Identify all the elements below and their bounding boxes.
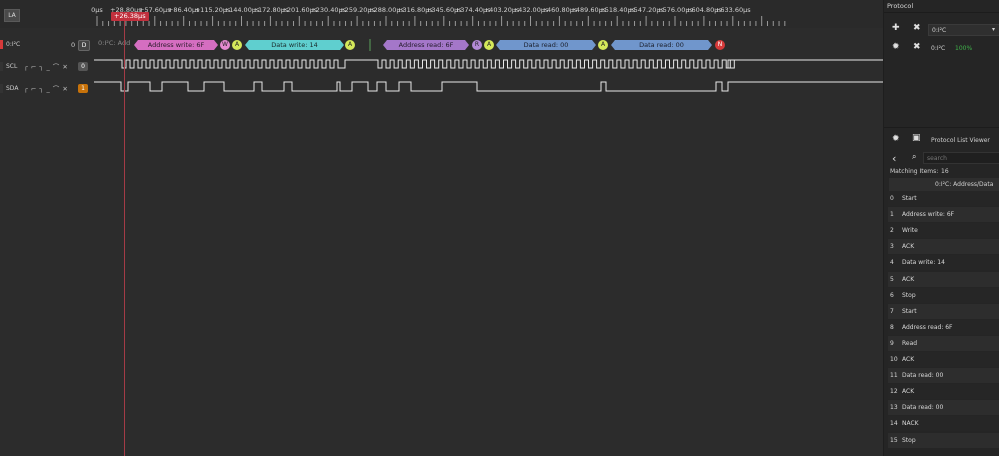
list-item[interactable]: 6 Stop [888,287,999,303]
waveform-area[interactable]: LA 0µs +28.80µs +57.60µs +86.40µs +115.20µs +… [0,0,883,456]
matching-label: Matching Items: [890,168,939,175]
list-item-text: Data read: 00 [902,372,944,380]
list-item-text: Address write: 6F [902,211,955,219]
protocol-select-value: 0:I²C [932,27,947,34]
list-item-index: 4 [890,259,894,267]
search-input[interactable]: search [923,152,999,164]
list-header: 0:I²C: Address/Data [889,178,999,191]
protocol-panel-title: Protocol [887,2,914,10]
save-icon[interactable]: ▣ [912,133,921,143]
decode-ack-2[interactable]: A [345,40,355,50]
list-item-index: 1 [890,211,894,219]
list-item[interactable]: 12 ACK [888,384,999,400]
gear-icon[interactable]: ✹ [892,42,900,52]
list-item-text: Write [902,227,918,235]
time-cursor[interactable] [124,21,125,456]
gear-icon-2[interactable]: ✹ [892,134,900,144]
list-item-text: Data read: 00 [902,404,944,412]
list-item[interactable]: 9 Read [888,335,999,351]
list-item-text: Start [902,195,917,202]
list-item[interactable]: 7 Start [888,303,999,319]
protocol-select[interactable]: 0:I²C ▾ [928,24,999,36]
list-item-index: 11 [890,372,898,380]
protocol-row-name: 0:I²C [931,45,946,52]
list-item-index: 10 [890,356,898,363]
list-divider [884,127,999,128]
panel-divider [884,12,999,13]
list-item-index: 13 [890,404,898,412]
list-item-index: 7 [890,307,894,315]
list-item[interactable]: 0 Start [888,191,999,206]
decode-read-bit[interactable]: R [472,40,482,50]
column-header: 0:I²C: Address/Data [935,181,994,188]
decode-ack-4[interactable]: A [598,40,608,50]
list-item-text: Read [902,339,918,347]
back-icon[interactable]: ‹ [892,152,896,165]
list-item-text: ACK [902,275,915,283]
decode-data-read-2[interactable]: Data read: 00 [615,40,708,50]
list-item-index: 2 [890,227,894,235]
list-item[interactable]: 8 Address read: 6F [888,319,999,335]
list-item[interactable]: 3 ACK [888,239,999,255]
list-item-index: 14 [890,420,898,428]
protocol-status: 100% [955,45,973,52]
list-item[interactable]: 2 Write [888,223,999,239]
list-item[interactable]: 10 ACK [888,352,999,367]
list-item-text: ACK [902,356,915,363]
decode-write-bit[interactable]: W [220,40,230,50]
remove-protocol-icon[interactable]: ✖ [913,23,921,33]
add-protocol-icon[interactable]: ✚ [892,23,900,33]
list-item-index: 6 [890,291,894,299]
decode-ack-3[interactable]: A [484,40,494,50]
decode-data-read-1[interactable]: Data read: 00 [500,40,592,50]
list-item-index: 8 [890,323,894,331]
list-item[interactable]: 5 ACK [888,271,999,287]
list-item[interactable]: 1 Address write: 6F [888,207,999,223]
list-item-index: 9 [890,339,894,347]
decode-nack[interactable]: N [715,40,725,50]
list-item-text: Stop [902,436,916,444]
chevron-down-icon: ▾ [992,26,996,33]
decode-address-read[interactable]: Address read: 6F [387,40,465,50]
list-item[interactable]: 13 Data read: 00 [888,400,999,416]
decode-ack-1[interactable]: A [232,40,242,50]
list-item[interactable]: 11 Data read: 00 [888,368,999,384]
list-item-index: 5 [890,275,894,283]
list-item-text: Address read: 6F [902,323,953,331]
list-viewer-title: Protocol List Viewer [931,137,990,144]
list-item[interactable]: 15 Stop [888,432,999,448]
list-item-index: 0 [890,195,894,202]
list-item-index: 15 [890,436,898,444]
matching-count: 16 [941,168,949,175]
search-placeholder: search [927,155,947,162]
list-item[interactable]: 14 NACK [888,416,999,432]
search-icon: ⌕ [912,152,917,161]
list-item-text: Stop [902,291,916,299]
close-icon[interactable]: ✖ [913,42,921,52]
list-item[interactable]: 4 Data write: 14 [888,255,999,271]
list-item-text: Data write: 14 [902,259,945,267]
list-item-text: NACK [902,420,919,428]
decode-data-write[interactable]: Data write: 14 [249,40,340,50]
decode-shapes [134,40,712,50]
decode-address-write[interactable]: Address write: 6F [138,40,214,50]
list-item-index: 3 [890,243,894,251]
list-item-text: Start [902,307,917,315]
list-item-text: ACK [902,388,915,396]
list-item-text: ACK [902,243,915,251]
list-item-index: 12 [890,388,898,396]
